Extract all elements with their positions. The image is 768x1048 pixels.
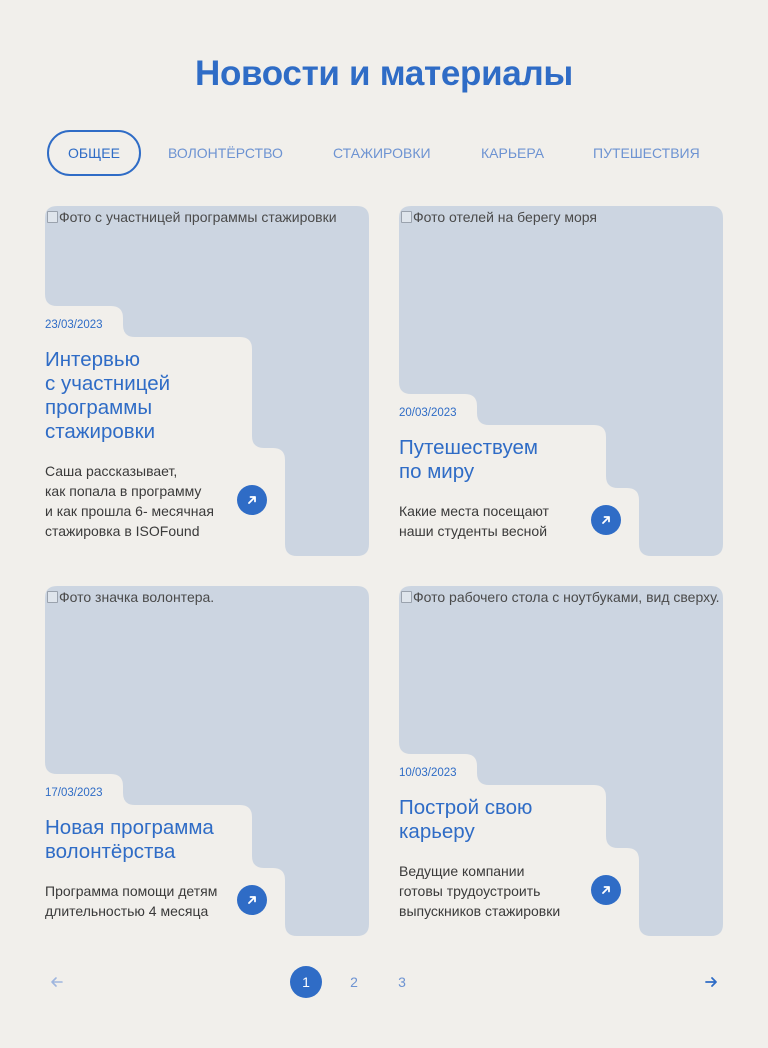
category-tabs: ОБЩЕЕ ВОЛОНТЁРСТВО СТАЖИРОВКИ КАРЬЕРА ПУ… <box>0 130 768 176</box>
tab-volunteering[interactable]: ВОЛОНТЁРСТВО <box>168 130 283 176</box>
tab-travel[interactable]: ПУТЕШЕСТВИЯ <box>593 130 700 176</box>
next-page-button[interactable] <box>701 972 721 992</box>
card-date: 10/03/2023 <box>399 767 457 779</box>
arrow-up-right-icon <box>248 896 256 904</box>
page-number[interactable]: 2 <box>338 966 370 998</box>
tab-career[interactable]: КАРЬЕРА <box>481 130 544 176</box>
page-number[interactable]: 3 <box>386 966 418 998</box>
arrow-right-icon <box>705 977 717 987</box>
tab-general[interactable]: ОБЩЕЕ <box>47 130 141 176</box>
page-number[interactable]: 1 <box>290 966 322 998</box>
arrow-up-right-icon <box>602 516 610 524</box>
card-image-alt: Фото рабочего стола с ноутбуками, вид св… <box>399 587 723 607</box>
arrow-up-right-icon <box>602 886 610 894</box>
card-description: Саша рассказывает, как попала в программ… <box>45 463 214 539</box>
card-open-button[interactable] <box>237 485 267 515</box>
card-date: 17/03/2023 <box>45 787 103 799</box>
card-date: 23/03/2023 <box>45 319 103 331</box>
card-title[interactable]: Интервью с участницей программы стажиров… <box>45 348 170 444</box>
arrow-up-right-icon <box>248 496 256 504</box>
pagination: 1 2 3 <box>0 966 768 998</box>
card-open-button[interactable] <box>237 885 267 915</box>
card-image-alt: Фото отелей на берегу моря <box>399 207 723 227</box>
news-card[interactable]: Фото отелей на берегу моря 20/03/2023 Пу… <box>399 206 723 556</box>
card-image-alt: Фото значка волонтера. <box>45 587 369 607</box>
card-title[interactable]: Путешествуем по миру <box>399 436 538 484</box>
card-description: Какие места посещают наши студенты весно… <box>399 503 549 539</box>
news-card[interactable]: Фото с участницей программы стажировки 2… <box>45 206 369 556</box>
news-card[interactable]: Фото значка волонтера. 17/03/2023 Новая … <box>45 586 369 936</box>
card-image-alt: Фото с участницей программы стажировки <box>45 207 369 227</box>
news-card[interactable]: Фото рабочего стола с ноутбуками, вид св… <box>399 586 723 936</box>
card-open-button[interactable] <box>591 875 621 905</box>
card-open-button[interactable] <box>591 505 621 535</box>
arrow-left-icon <box>51 977 63 987</box>
card-description: Программа помощи детям длительностью 4 м… <box>45 883 218 919</box>
card-title[interactable]: Новая программа волонтёрства <box>45 816 214 864</box>
card-description: Ведущие компании готовы трудоустроить вы… <box>399 863 561 919</box>
card-title[interactable]: Построй свою карьеру <box>399 796 532 844</box>
tab-internships[interactable]: СТАЖИРОВКИ <box>333 130 431 176</box>
prev-page-button[interactable] <box>47 972 67 992</box>
card-date: 20/03/2023 <box>399 407 457 419</box>
page-title: Новости и материалы <box>194 54 573 93</box>
